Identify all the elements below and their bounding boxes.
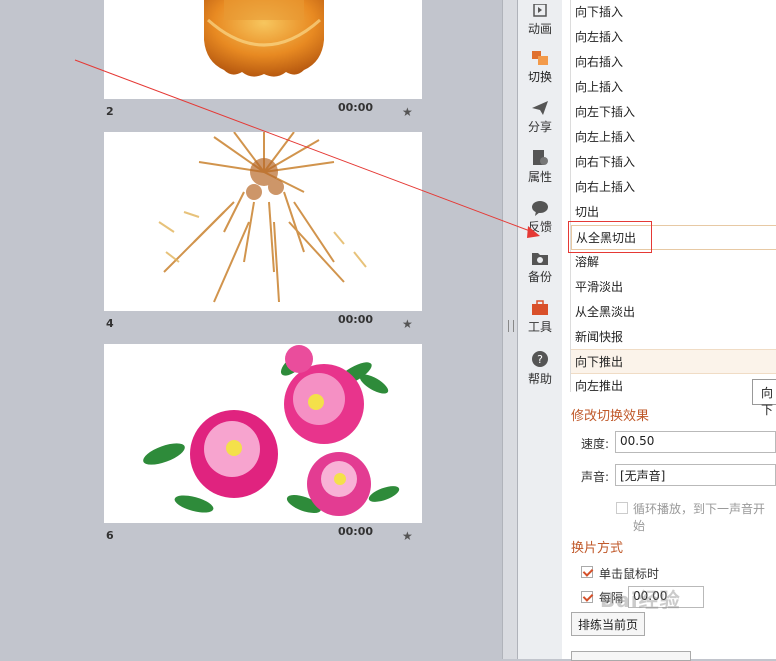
effect-item[interactable]: 向下插入 [571,0,776,25]
animation-icon [533,4,547,17]
highlight-box [568,221,652,253]
slide-number: 2 [106,105,114,118]
loop-sound-label: 循环播放，到下一声音开始 [633,502,766,533]
slide-thumbnail-6[interactable] [104,344,422,523]
effect-item[interactable]: 向右下插入 [571,150,776,175]
mooncake-image [204,0,324,77]
help-icon: ? [532,351,548,367]
properties-icon [533,150,548,165]
transition-icon [532,51,548,65]
tab-feedback[interactable]: 反馈 [518,196,562,244]
tab-label: 帮助 [527,372,552,386]
share-icon [532,101,548,115]
speed-input[interactable]: 00.50 [615,431,776,453]
advance-slide-title: 换片方式 [571,541,624,556]
tab-label: 动画 [527,22,552,36]
tab-help[interactable]: ? 帮助 [518,346,562,394]
on-click-checkbox[interactable] [581,566,593,578]
effect-item[interactable]: 向左推出 [571,374,776,392]
effect-item[interactable]: 向左插入 [571,25,776,50]
apply-all-button-partial[interactable] [571,651,691,661]
tab-label: 分享 [527,120,552,134]
slide-number: 6 [106,529,114,542]
tab-label: 备份 [527,270,552,284]
tab-label: 切换 [527,70,552,84]
transition-effect-list[interactable]: 向下插入 向左插入 向右插入 向上插入 向左下插入 向左上插入 向右下插入 向右… [570,0,776,392]
slide-meta-6: 6 00:00 ★ [104,525,422,543]
slide-number: 4 [106,317,114,330]
star-icon: ★ [402,529,413,543]
slide-timing: 00:00 [338,101,374,114]
slide-timing: 00:00 [338,313,374,326]
pane-splitter[interactable] [502,0,518,659]
effect-item[interactable]: 溶解 [571,250,776,275]
effect-item[interactable]: 从全黑淡出 [571,300,776,325]
star-icon: ★ [402,317,413,331]
svg-text:?: ? [537,353,543,366]
effect-item[interactable]: 向左下插入 [571,100,776,125]
side-tab-bar: 动画 切换 分享 属性 反馈 备份 工具 ? 帮助 [518,0,563,659]
auto-advance-checkbox[interactable] [581,591,593,603]
effect-item-hover[interactable]: 向下推出 [571,349,776,374]
tab-animation[interactable]: 动画 [518,0,562,48]
tab-tools[interactable]: 工具 [518,296,562,344]
sound-select[interactable]: [无声音] [615,464,776,486]
effect-item[interactable]: 向上插入 [571,75,776,100]
slide-thumbnail-4[interactable] [104,132,422,311]
effect-tooltip: 向下 [752,379,776,417]
tab-label: 工具 [527,320,552,334]
toolbox-icon [532,300,548,315]
slides-pane: 2 00:00 ★ 4 00:00 ★ 6 00:00 ★ [0,0,502,659]
sound-label: 声音: [581,470,610,484]
effect-item[interactable]: 向左上插入 [571,125,776,150]
tab-share[interactable]: 分享 [518,96,562,144]
tab-backup[interactable]: 备份 [518,246,562,294]
peony-image [143,345,400,516]
speed-label: 速度: [581,437,610,451]
tab-transition[interactable]: 切换 [518,46,562,94]
slide-thumbnail-2[interactable] [104,0,422,99]
slide-meta-4: 4 00:00 ★ [104,313,422,331]
transition-panel: 向下插入 向左插入 向右插入 向上插入 向左下插入 向左上插入 向右下插入 向右… [562,0,776,659]
effect-item[interactable]: 平滑淡出 [571,275,776,300]
modify-transition-title: 修改切换效果 [571,409,650,424]
effect-item[interactable]: 向右插入 [571,50,776,75]
rehearse-current-button[interactable]: 排练当前页 [571,612,646,636]
watermark: Bai经验 [600,588,681,612]
tab-label: 属性 [527,170,552,184]
tab-label: 反馈 [527,220,552,234]
backup-icon [532,253,548,265]
slide-timing: 00:00 [338,525,374,538]
loop-sound-checkbox[interactable] [616,502,628,514]
splitter-grip[interactable] [508,320,514,332]
tab-properties[interactable]: 属性 [518,146,562,194]
effect-item[interactable]: 新闻快报 [571,325,776,350]
feedback-icon [532,201,548,216]
effect-item[interactable]: 向右上插入 [571,175,776,200]
fireworks-image [158,132,367,303]
star-icon: ★ [402,105,413,119]
slide-meta-2: 2 00:00 ★ [104,101,422,119]
on-click-label: 单击鼠标时 [599,567,660,581]
